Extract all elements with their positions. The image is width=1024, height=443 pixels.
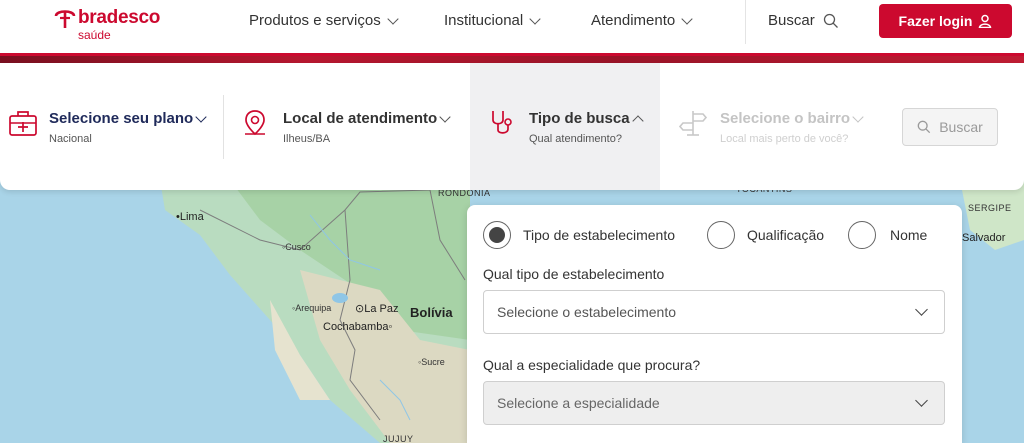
map-label-sucre: ◦Sucre (418, 357, 445, 367)
map-label-cusco-text: Cusco (285, 242, 311, 252)
map-label-cochabamba: Cochabamba◦ (323, 321, 393, 333)
radio-qualificacao[interactable]: Qualificação (707, 221, 824, 249)
top-navigation: bradesco saúde Produtos e serviços Insti… (0, 0, 1024, 56)
login-button[interactable]: Fazer login (879, 4, 1012, 38)
nav-atendimento-label: Atendimento (591, 12, 676, 29)
map-pin-icon (245, 110, 265, 136)
filter-district-title: Selecione o bairro (720, 110, 864, 127)
nav-produtos-label: Produtos e serviços (249, 12, 381, 29)
chevron-down-icon (195, 110, 207, 123)
filter-location-title: Local de atendimento (283, 110, 451, 127)
specialty-label: Qual a especialidade que procura? (483, 357, 701, 373)
map-label-sucre-text: Sucre (421, 357, 445, 367)
search-type-panel: Tipo de estabelecimento Qualificação Nom… (467, 205, 962, 443)
map-label-cusco: ◦Cusco (282, 242, 311, 252)
chevron-up-icon (631, 114, 644, 127)
login-label: Fazer login (898, 13, 973, 29)
search-filter-card: Selecione seu plano Nacional Local de at… (0, 63, 1024, 190)
map-label-la-paz-text: La Paz (364, 303, 399, 315)
filter-district-title-text: Selecione o bairro (720, 110, 851, 127)
radio-label: Nome (890, 227, 928, 243)
establishment-select-value: Selecione o estabelecimento (497, 304, 677, 320)
map-label-lima-text: Lima (179, 211, 204, 223)
stethoscope-icon (492, 111, 512, 134)
filter-plan-sub: Nacional (49, 133, 92, 145)
specialty-select-value: Selecione a especialidade (497, 395, 660, 411)
header-search-button[interactable]: Buscar (768, 12, 839, 29)
radio-tipo-estabelecimento[interactable]: Tipo de estabelecimento (483, 221, 675, 249)
chevron-down-icon (681, 12, 693, 25)
filter-district-sub: Local mais perto de você? (720, 133, 849, 145)
search-icon (917, 120, 931, 134)
map-label-arequipa: ◦Arequipa (292, 303, 332, 313)
filter-plan-title-text: Selecione seu plano (49, 110, 194, 127)
filter-search-type-title: Tipo de busca (529, 110, 644, 127)
filter-search-type-title-text: Tipo de busca (529, 110, 630, 127)
filter-divider (223, 95, 224, 159)
bradesco-saude-logo[interactable]: bradesco saúde (52, 4, 172, 44)
signpost-icon (678, 111, 708, 136)
map-label-sergipe: SERGIPE (968, 203, 1012, 213)
establishment-label: Qual tipo de estabelecimento (483, 266, 665, 282)
header-search-label: Buscar (768, 12, 815, 29)
chevron-down-icon (529, 12, 541, 25)
filter-location-title-text: Local de atendimento (283, 110, 438, 127)
radio-label: Tipo de estabelecimento (523, 227, 676, 243)
map-label-cochabamba-text: Cochabamba (323, 321, 389, 333)
chevron-down-icon (915, 303, 928, 316)
radio-button[interactable] (848, 221, 876, 249)
establishment-select[interactable]: Selecione o estabelecimento (483, 290, 945, 334)
radio-button[interactable] (707, 221, 735, 249)
nav-institucional-label: Institucional (444, 12, 524, 29)
nav-atendimento[interactable]: Atendimento (591, 12, 693, 29)
filter-location-sub: Ilheus/BA (283, 133, 331, 145)
logo-sub: saúde (78, 28, 111, 42)
nav-divider (745, 0, 746, 44)
chevron-down-icon (439, 110, 451, 123)
map-label-lima: •Lima (176, 211, 204, 223)
map-label-jujuy: JUJUY (383, 434, 414, 443)
nav-institucional[interactable]: Institucional (444, 12, 541, 29)
search-submit-button[interactable]: Buscar (902, 108, 998, 146)
chevron-down-icon (915, 394, 928, 407)
logo-word: bradesco (78, 7, 161, 28)
filter-search-type-sub: Qual atendimento? (529, 133, 622, 145)
nav-produtos-servicos[interactable]: Produtos e serviços (249, 12, 399, 29)
radio-nome[interactable]: Nome (848, 221, 927, 249)
chevron-down-icon (852, 110, 864, 123)
map-label-la-paz: ⊙La Paz (355, 303, 399, 315)
medical-kit-icon (9, 111, 37, 136)
chevron-down-icon (387, 12, 399, 25)
radio-button-checked[interactable] (483, 221, 511, 249)
bradesco-logo-icon (54, 10, 76, 28)
map-label-salvador: Salvador (962, 232, 1006, 244)
user-icon (979, 14, 992, 28)
radio-label: Qualificação (747, 227, 825, 243)
map-label-arequipa-text: Arequipa (295, 303, 332, 313)
search-submit-label: Buscar (939, 119, 983, 135)
map-label-bolivia: Bolívia (410, 305, 453, 320)
filter-plan-title: Selecione seu plano (49, 110, 207, 127)
search-icon (823, 13, 838, 28)
specialty-select[interactable]: Selecione a especialidade (483, 381, 945, 425)
